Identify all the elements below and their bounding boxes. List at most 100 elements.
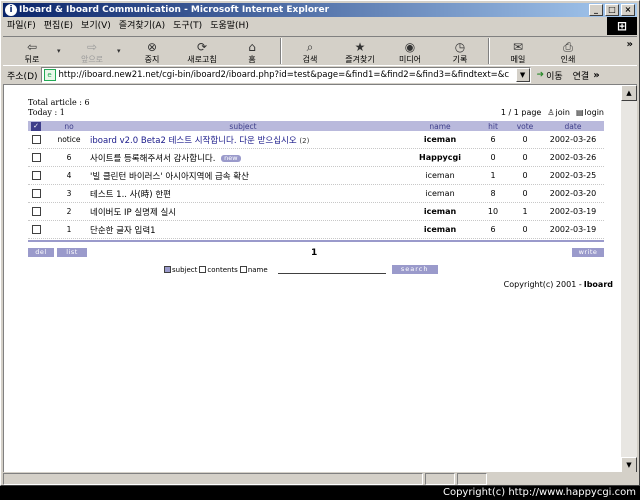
forward-label: 앞으로 <box>80 55 104 64</box>
search-subject-checkbox[interactable] <box>164 266 171 273</box>
media-button[interactable]: ◉ 미디어 <box>385 37 435 65</box>
login-link[interactable]: ▤ login <box>576 108 604 117</box>
row-subject[interactable]: 단순한 글자 입력1 <box>84 224 402 236</box>
page-icon: e <box>43 69 56 81</box>
close-button[interactable]: × <box>621 4 635 16</box>
row-author[interactable]: iceman <box>402 135 478 144</box>
status-cell <box>425 473 455 485</box>
status-cell <box>457 473 487 485</box>
address-dropdown-icon[interactable]: ▼ <box>515 68 530 82</box>
links-more-icon[interactable]: » <box>593 70 599 81</box>
header-vote[interactable]: vote <box>508 122 542 131</box>
go-button[interactable]: ➜ 이동 <box>537 69 563 82</box>
row-checkbox[interactable] <box>32 207 41 216</box>
list-button[interactable]: list <box>57 248 87 257</box>
row-author[interactable]: iceman <box>402 225 478 234</box>
header-date[interactable]: date <box>542 122 604 131</box>
go-label: 이동 <box>546 71 563 82</box>
toolbar: ⇦ 뒤로 ▾ ⇨ 앞으로 ▾ ⊗ 중지 ⟳ 새로고침 ⌂ 홈 ⌕ 검색 ★ 즐겨… <box>3 36 637 66</box>
write-button[interactable]: write <box>572 248 604 257</box>
search-contents-checkbox[interactable] <box>199 266 207 273</box>
search-name-checkbox[interactable] <box>239 266 247 273</box>
search-contents-label: contents <box>207 265 238 274</box>
toolbar-separator <box>488 38 490 64</box>
links-label[interactable]: 연결 <box>573 69 590 82</box>
back-label: 뒤로 <box>24 55 40 64</box>
page-info: 1 / 1 page ♙ join ▤ login <box>501 108 604 117</box>
search-input[interactable] <box>277 265 386 274</box>
print-button[interactable]: ⎙ 인쇄 <box>543 37 593 65</box>
subject-link[interactable]: 테스트 1.. 사(時) 한편 <box>90 190 171 200</box>
row-author[interactable]: iceman <box>402 171 478 180</box>
reply-count: (2) <box>299 136 310 145</box>
row-subject[interactable]: iboard v2.0 Beta2 테스트 시작합니다. 다운 받으십시오 (2… <box>84 134 402 146</box>
row-checkbox[interactable] <box>32 171 41 180</box>
row-checkbox[interactable] <box>32 189 41 198</box>
menu-favorites[interactable]: 즐겨찾기(A) <box>115 18 169 34</box>
row-subject[interactable]: 사이트를 등록해주셔서 감사합니다. new <box>84 152 402 164</box>
scroll-down-icon[interactable]: ▼ <box>621 457 637 472</box>
home-label: 홈 <box>248 55 256 64</box>
row-author[interactable]: iceman <box>402 189 478 198</box>
header-name[interactable]: name <box>402 122 478 131</box>
row-subject[interactable]: '빌 클린턴 바이러스' 아시아지역에 급속 확산 <box>84 170 402 182</box>
header-subject[interactable]: subject <box>84 122 402 131</box>
menu-view[interactable]: 보기(V) <box>77 18 115 34</box>
toolbar-more-icon[interactable]: » <box>627 39 633 50</box>
home-button[interactable]: ⌂ 홈 <box>227 37 277 65</box>
search-form: subject contents name search <box>164 265 438 274</box>
subject-link[interactable]: iboard v2.0 Beta2 테스트 시작합니다. 다운 받으십시오 <box>90 136 297 146</box>
row-subject[interactable]: 네이버도 IP 실명제 실시 <box>84 206 402 218</box>
mail-button[interactable]: ✉ 메일 <box>493 37 543 65</box>
title-bar[interactable]: i Iboard & Iboard Communication - Micros… <box>3 3 637 17</box>
stop-button[interactable]: ⊗ 중지 <box>127 37 177 65</box>
select-all-checkbox[interactable]: ✓ <box>31 121 41 131</box>
maximize-button[interactable]: □ <box>605 4 619 16</box>
join-label: join <box>555 108 570 117</box>
subject-link[interactable]: 단순한 글자 입력1 <box>90 226 156 236</box>
row-subject[interactable]: 테스트 1.. 사(時) 한편 <box>84 188 402 200</box>
print-icon: ⎙ <box>563 40 573 54</box>
user-icon: ♙ <box>547 108 555 117</box>
row-checkbox[interactable] <box>32 225 41 234</box>
forward-arrow-icon: ⇨ <box>86 40 98 54</box>
address-input[interactable]: e http://iboard.new21.net/cgi-bin/iboard… <box>40 67 531 83</box>
row-vote: 0 <box>522 189 528 198</box>
row-hit: 0 <box>490 153 496 162</box>
row-author[interactable]: Happycgi <box>402 153 478 162</box>
pager-current[interactable]: 1 <box>311 248 317 258</box>
search-button[interactable]: ⌕ 검색 <box>285 37 335 65</box>
join-link[interactable]: ♙ join <box>547 108 570 117</box>
scroll-up-icon[interactable]: ▲ <box>621 85 637 101</box>
favorites-button[interactable]: ★ 즐겨찾기 <box>335 37 385 65</box>
forward-dropdown-icon[interactable]: ▾ <box>117 37 127 65</box>
vertical-scrollbar[interactable]: ▲ ▼ <box>621 85 637 472</box>
delete-button[interactable]: del <box>28 248 54 257</box>
total-article: Total article : 6 <box>28 98 90 107</box>
search-submit-button[interactable]: search <box>391 265 438 274</box>
row-checkbox[interactable] <box>32 153 41 162</box>
subject-link[interactable]: '빌 클린턴 바이러스' 아시아지역에 급속 확산 <box>90 172 249 182</box>
subject-link[interactable]: 사이트를 등록해주셔서 감사합니다. <box>90 154 215 164</box>
row-no: 1 <box>66 225 72 234</box>
menu-file[interactable]: 파일(F) <box>3 18 40 34</box>
toolbar-separator <box>280 38 282 64</box>
menu-tools[interactable]: 도구(T) <box>169 18 206 34</box>
back-dropdown-icon[interactable]: ▾ <box>57 37 67 65</box>
header-hit[interactable]: hit <box>478 122 508 131</box>
minimize-button[interactable]: _ <box>589 4 603 16</box>
overlay-caption: Copyright(c) http://www.happycgi.com <box>440 486 638 500</box>
back-button[interactable]: ⇦ 뒤로 <box>7 37 57 65</box>
forward-button[interactable]: ⇨ 앞으로 <box>67 37 117 65</box>
subject-link[interactable]: 네이버도 IP 실명제 실시 <box>90 208 176 218</box>
menu-edit[interactable]: 편집(E) <box>40 18 77 34</box>
history-button[interactable]: ◷ 기록 <box>435 37 485 65</box>
row-author[interactable]: iceman <box>402 207 478 216</box>
address-url[interactable]: http://iboard.new21.net/cgi-bin/iboard2/… <box>59 70 509 80</box>
header-no[interactable]: no <box>54 122 84 131</box>
menu-help[interactable]: 도움말(H) <box>206 18 253 34</box>
refresh-button[interactable]: ⟳ 새로고침 <box>177 37 227 65</box>
iboard-logo: Iboard <box>583 280 613 289</box>
back-arrow-icon: ⇦ <box>26 40 38 54</box>
row-checkbox[interactable] <box>32 135 41 144</box>
